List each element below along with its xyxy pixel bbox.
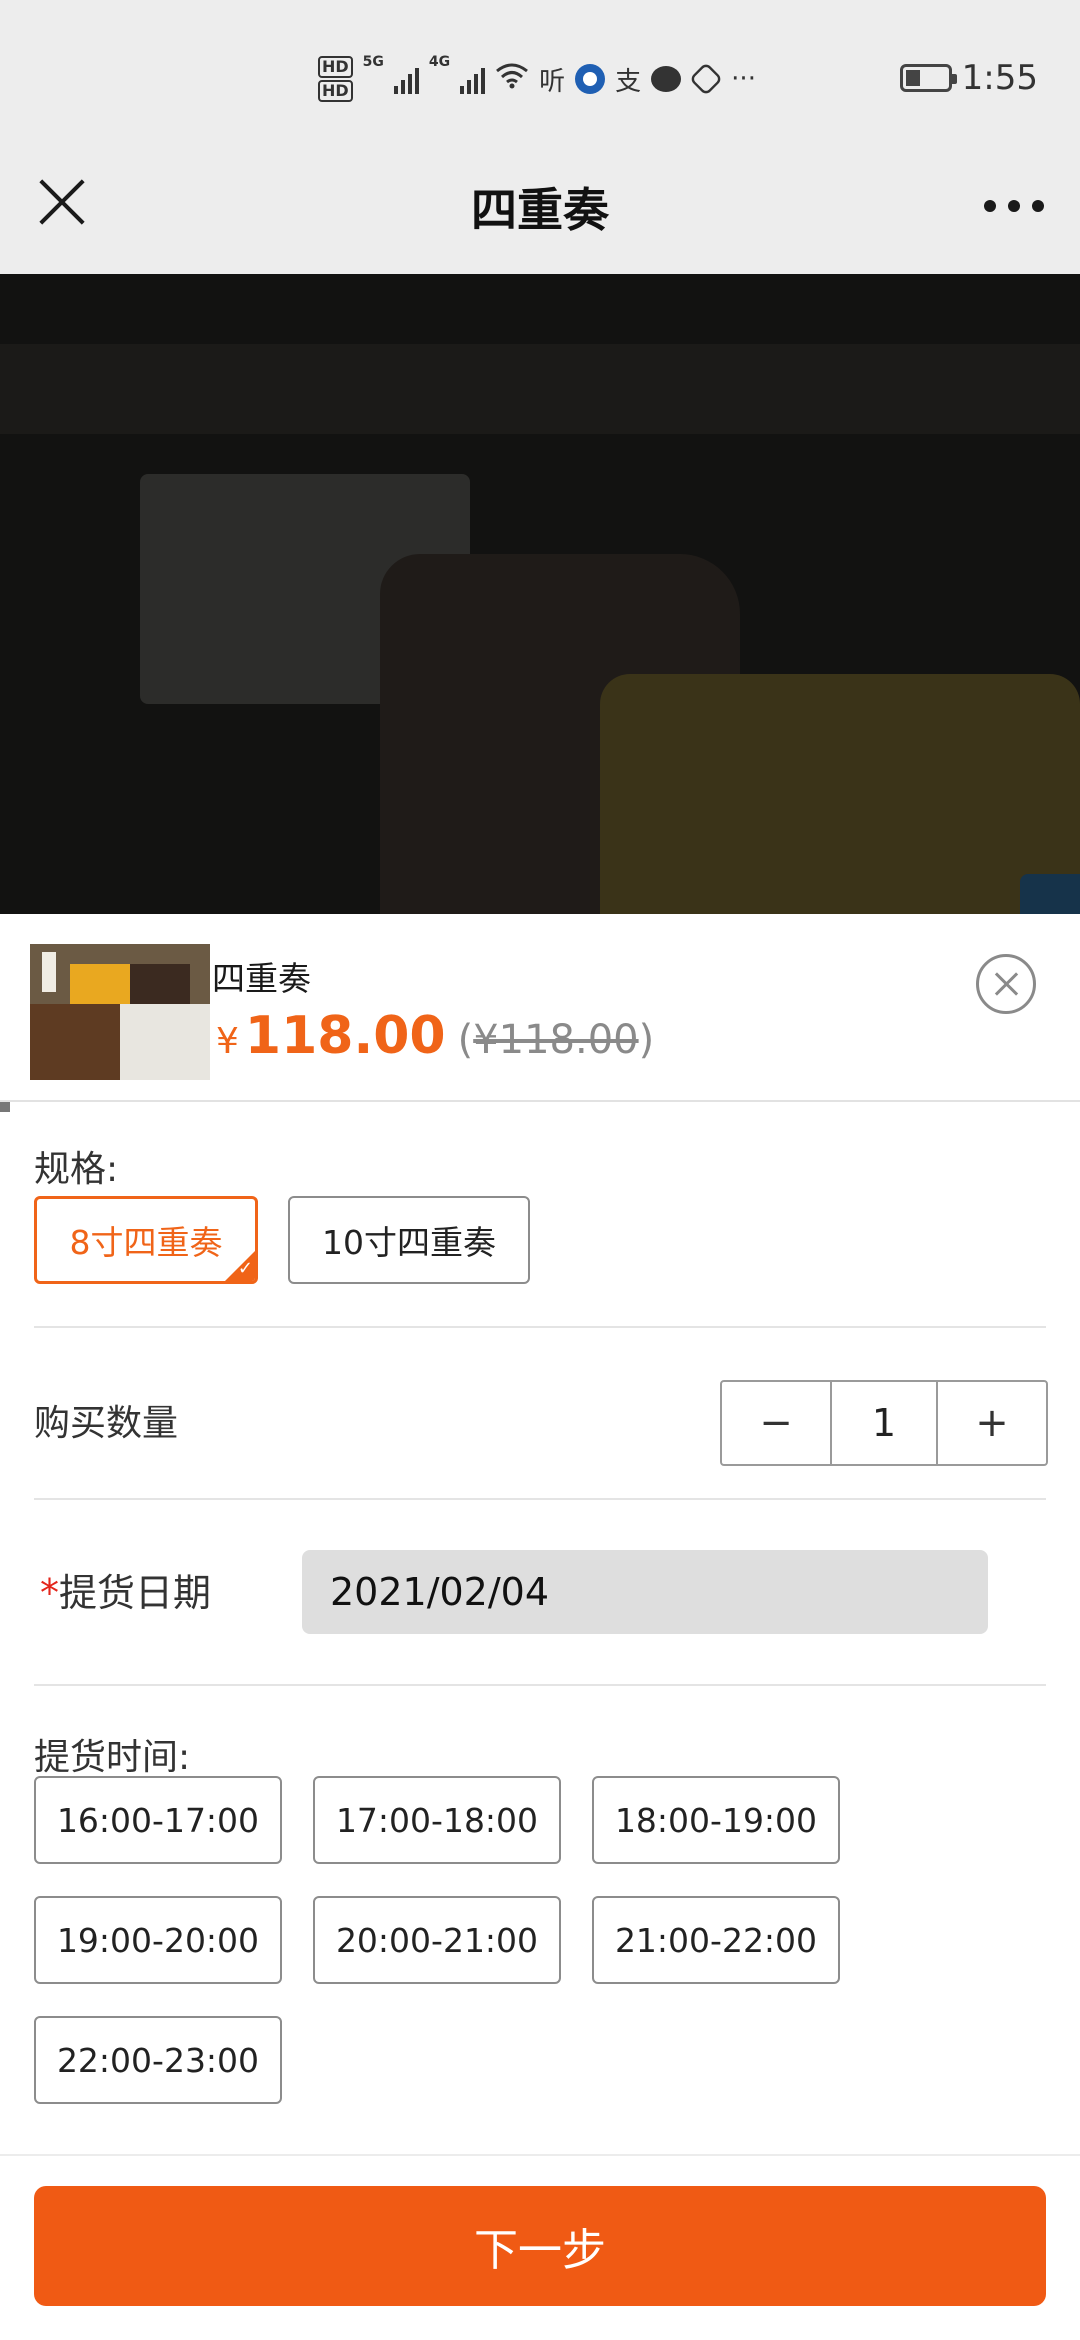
app-header: 四重奏	[0, 146, 1080, 274]
quantity-value[interactable]: 1	[830, 1382, 938, 1464]
time-slot[interactable]: 22:00-23:00	[34, 2016, 282, 2104]
quantity-label: 购买数量	[34, 1403, 179, 1444]
hd-badges: HD HD	[318, 56, 353, 102]
increase-button[interactable]: +	[938, 1382, 1046, 1464]
sku-selection-sheet: 四重奏 ¥ 118.00 (¥118.00) 规格: 8寸四重奏 ✓ 10寸四重…	[0, 914, 1080, 2340]
close-sheet-icon[interactable]	[976, 954, 1036, 1014]
required-mark: *	[40, 1571, 59, 1615]
more-menu-icon[interactable]	[984, 200, 1044, 212]
hd-badge-2: HD	[318, 80, 353, 102]
price-row: ¥ 118.00 (¥118.00)	[216, 1006, 654, 1066]
status-right: 1:55	[899, 58, 1038, 98]
alipay-icon: 支	[615, 66, 642, 97]
net-label-2: 4G	[428, 54, 451, 70]
battery-icon	[899, 64, 957, 92]
wifi-icon	[495, 61, 529, 97]
next-step-button[interactable]: 下一步	[34, 2186, 1046, 2306]
status-icons: HD HD 5G 4G 听 支 ···	[318, 54, 756, 104]
signal-icon-1	[393, 64, 419, 94]
check-icon: ✓	[237, 1258, 253, 1279]
spec-option-10-inch[interactable]: 10寸四重奏	[288, 1196, 530, 1284]
divider	[0, 2154, 1080, 2156]
product-thumbnail	[30, 944, 210, 1080]
time-slot[interactable]: 19:00-20:00	[34, 1896, 282, 1984]
divider	[0, 1100, 1080, 1102]
spec-label: 规格:	[34, 1149, 119, 1190]
quantity-stepper: − 1 +	[720, 1380, 1048, 1466]
pickup-date-label-text: 提货日期	[59, 1571, 212, 1615]
divider	[34, 1326, 1046, 1328]
divider	[34, 1684, 1046, 1686]
time-slot[interactable]: 18:00-19:00	[592, 1776, 840, 1864]
time-slot[interactable]: 21:00-22:00	[592, 1896, 840, 1984]
more-notifications-icon: ···	[731, 64, 756, 94]
clock: 1:55	[961, 58, 1038, 98]
pickup-time-label: 提货时间:	[34, 1737, 191, 1778]
listen-app-icon: 听	[539, 66, 566, 97]
net-label-1: 5G	[362, 54, 384, 70]
time-slot[interactable]: 16:00-17:00	[34, 1776, 282, 1864]
spec-option-label: 10寸四重奏	[322, 1223, 496, 1262]
status-bar: HD HD 5G 4G 听 支 ··· 1:55	[0, 0, 1080, 146]
divider	[34, 1498, 1046, 1500]
page-title: 四重奏	[471, 183, 609, 237]
product-name: 四重奏	[212, 959, 311, 998]
currency-symbol: ¥	[216, 1021, 239, 1062]
time-slot[interactable]: 17:00-18:00	[313, 1776, 561, 1864]
pickup-date-label: *提货日期	[40, 1562, 211, 1617]
product-hero-image	[0, 274, 1080, 914]
original-price: (¥118.00)	[457, 1017, 655, 1063]
signal-icon-2	[460, 64, 486, 94]
spec-option-label: 8寸四重奏	[69, 1223, 223, 1262]
chat-bubble-icon	[651, 66, 682, 92]
shield-hand-icon	[689, 62, 724, 96]
bank-app-icon	[575, 64, 606, 94]
current-price: 118.00	[244, 1006, 446, 1066]
scroll-marker	[0, 1102, 10, 1112]
hd-badge-1: HD	[318, 56, 353, 78]
spec-option-8-inch[interactable]: 8寸四重奏 ✓	[34, 1196, 258, 1284]
decrease-button[interactable]: −	[722, 1382, 830, 1464]
pickup-date-field[interactable]: 2021/02/04	[302, 1550, 988, 1634]
time-slot[interactable]: 20:00-21:00	[313, 1896, 561, 1984]
